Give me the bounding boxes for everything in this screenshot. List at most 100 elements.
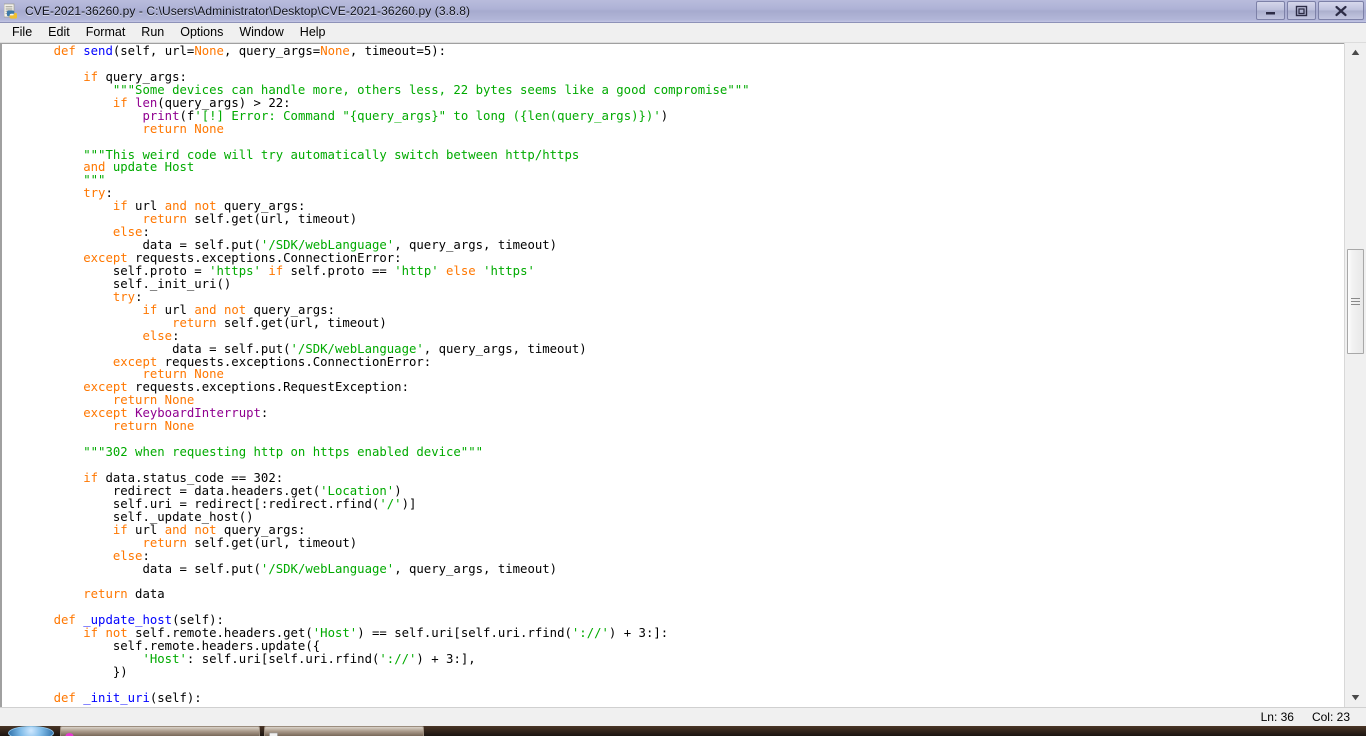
code-token: else [142,328,173,343]
taskbar-item-1[interactable] [60,726,260,736]
code-line: return None [2,122,750,136]
restore-button[interactable] [1287,1,1316,20]
code-token: except [83,380,128,395]
code-token: not [223,302,247,317]
code-token: """Some devices can handle more, others … [112,82,750,97]
code-token: 'Host' [312,626,358,641]
code-token: data [127,587,165,602]
code-token: return [142,535,187,550]
code-token: if [112,199,128,214]
code-token: ) == self.uri[self.uri.rfind( [357,626,572,641]
menu-item-edit[interactable]: Edit [40,23,78,42]
code-token: requests.exceptions.RequestException: [127,380,409,395]
code-token: data = self.put( [24,341,291,356]
code-token: )] [401,496,417,511]
code-token: send [83,44,113,58]
code-token: not [105,626,128,641]
code-token: query_args: [216,522,306,537]
code-token: , timeout=5): [349,44,447,58]
menu-item-help[interactable]: Help [292,23,334,42]
code-token: '[!] Error: Command "{query_args}" to lo… [194,108,661,123]
code-token: and [83,160,106,175]
minimize-button[interactable] [1256,1,1285,20]
code-line: def _init_uri(self): [2,690,750,705]
code-token: and [194,302,217,317]
code-token: query_args: [246,302,335,317]
code-token: None [164,393,195,408]
source-code[interactable]: def send(self, url=None, query_args=None… [2,44,750,705]
code-token: requests.exceptions.ConnectionError: [157,354,432,369]
code-token: : [142,225,150,240]
code-token: try [83,186,106,201]
code-token: if [142,302,158,317]
code-token: self._init_uri() [24,276,232,291]
menu-item-window[interactable]: Window [231,23,291,42]
menu-item-options[interactable]: Options [172,23,231,42]
code-token: _update_host [83,613,173,628]
taskbar-item-2[interactable] [264,726,424,736]
code-token: def [53,690,84,705]
code-token: self.uri = redirect[:redirect.rfind( [24,496,380,511]
code-token: def [53,44,84,58]
scroll-thumb-grip [1351,296,1360,307]
code-token: else [446,263,476,278]
scroll-thumb[interactable] [1347,249,1364,354]
menu-item-format[interactable]: Format [78,23,134,42]
menu-item-file[interactable]: File [4,23,40,42]
title-bar: CVE-2021-36260.py - C:\Users\Administrat… [0,0,1366,23]
code-token: if [268,263,284,278]
code-token: None [194,44,224,58]
code-line: """302 when requesting http on https ena… [2,446,750,459]
code-token: (self, url= [112,44,195,58]
scroll-down-arrow[interactable] [1345,688,1366,707]
vertical-scrollbar[interactable] [1344,43,1366,707]
code-line: """ [2,174,750,187]
scroll-up-arrow[interactable] [1345,43,1366,62]
code-token: '/SDK/webLanguage' [260,238,395,253]
code-token: data.status_code == 302: [98,470,284,485]
taskbar-item-1-icon [65,728,74,736]
code-line: return data [2,588,750,601]
status-line-number: Ln: 36 [1260,710,1294,724]
code-token: (self): [172,613,224,628]
code-editor-area[interactable]: def send(self, url=None, query_args=None… [0,43,1366,707]
code-token: data = self.put( [24,238,261,253]
code-token: else [112,548,143,563]
code-token: self.proto = [24,263,210,278]
code-token: : [142,548,150,563]
code-token: if [83,69,99,84]
code-token: try [112,289,136,304]
code-token: and [164,522,187,537]
code-token: self.get(url, timeout) [186,212,358,227]
code-token: 'Host' [142,652,187,667]
code-token: return [83,587,128,602]
start-orb[interactable] [8,726,54,736]
idle-editor-window: CVE-2021-36260.py - C:\Users\Administrat… [0,0,1366,736]
code-token: not [194,522,217,537]
close-button[interactable] [1318,1,1364,20]
code-token: else [112,225,143,240]
menu-item-run[interactable]: Run [133,23,172,42]
